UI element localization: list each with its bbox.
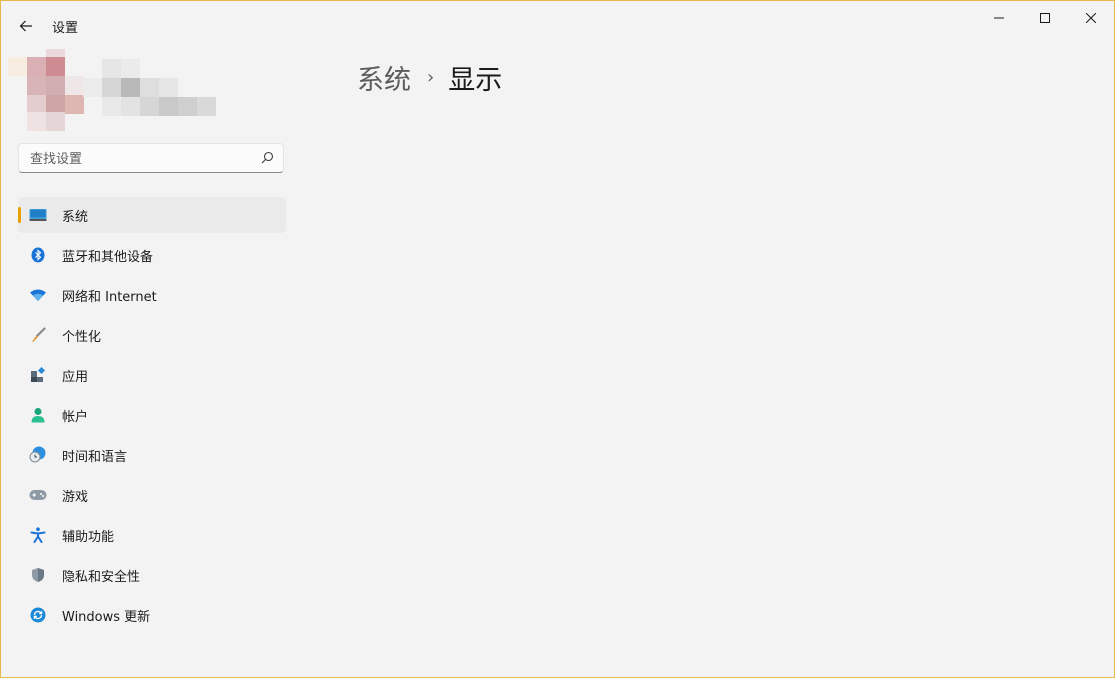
sidebar-item-personalization[interactable]: 个性化 — [18, 317, 286, 353]
sidebar-item-system[interactable]: 系统 — [18, 197, 286, 233]
sidebar-item-label: 应用 — [62, 369, 89, 385]
sidebar-item-privacy[interactable]: 隐私和安全性 — [18, 557, 286, 593]
brush-icon — [29, 326, 47, 344]
account-icon — [29, 406, 47, 424]
gamepad-icon — [29, 486, 47, 504]
wifi-icon — [29, 286, 47, 304]
sidebar-item-accounts[interactable]: 帐户 — [18, 397, 286, 433]
maximize-icon — [1040, 13, 1050, 23]
back-button[interactable] — [11, 11, 41, 41]
app-title: 设置 — [52, 21, 79, 36]
close-button[interactable] — [1068, 1, 1114, 35]
accessibility-icon — [29, 526, 47, 544]
shield-icon — [29, 566, 47, 584]
display-icon — [29, 206, 47, 224]
page-title: 显示 — [448, 65, 503, 96]
update-icon — [29, 606, 47, 624]
maximize-button[interactable] — [1022, 1, 1068, 35]
sidebar-item-label: 游戏 — [62, 489, 89, 505]
bluetooth-icon — [29, 246, 47, 264]
time-language-icon — [29, 446, 47, 464]
close-icon — [1086, 13, 1096, 23]
sidebar-item-bluetooth[interactable]: 蓝牙和其他设备 — [18, 237, 286, 273]
breadcrumb: 系统 › 显示 — [357, 58, 502, 97]
sidebar-item-accessibility[interactable]: 辅助功能 — [18, 517, 286, 553]
sidebar-nav: 系统 蓝牙和其他设备 网络和 Internet 个性化 应用 帐户 时间和语言 … — [18, 197, 286, 637]
minimize-icon — [994, 17, 1004, 19]
sidebar-item-label: 系统 — [62, 209, 89, 225]
sidebar-item-apps[interactable]: 应用 — [18, 357, 286, 393]
profile-name-blurred — [83, 59, 217, 117]
sidebar-item-label: 蓝牙和其他设备 — [62, 249, 154, 265]
sidebar-item-time-language[interactable]: 时间和语言 — [18, 437, 286, 473]
breadcrumb-parent[interactable]: 系统 — [357, 58, 411, 97]
sidebar-item-label: 个性化 — [62, 329, 102, 345]
sidebar-item-network[interactable]: 网络和 Internet — [18, 277, 286, 313]
sidebar-item-label: 帐户 — [62, 409, 89, 425]
settings-window: 设置 查找设置 系统 蓝牙和其他设备 网络和 Internet 个性化 应用 帐… — [0, 0, 1115, 678]
sidebar-item-windows-update[interactable]: Windows 更新 — [18, 597, 286, 633]
sidebar-item-label: 辅助功能 — [62, 529, 115, 545]
sidebar-item-label: 时间和语言 — [62, 449, 128, 465]
apps-icon — [29, 366, 47, 384]
sidebar-item-gaming[interactable]: 游戏 — [18, 477, 286, 513]
search-box[interactable] — [18, 143, 284, 174]
sidebar-item-label: 隐私和安全性 — [62, 569, 141, 585]
sidebar-item-label: Windows 更新 — [62, 609, 151, 625]
minimize-button[interactable] — [976, 1, 1022, 35]
search-input[interactable] — [28, 144, 252, 174]
search-icon[interactable] — [261, 151, 274, 164]
arrow-left-icon — [19, 20, 32, 32]
breadcrumb-separator: › — [427, 67, 435, 88]
avatar[interactable] — [8, 49, 84, 131]
sidebar-item-label: 网络和 Internet — [62, 289, 157, 305]
